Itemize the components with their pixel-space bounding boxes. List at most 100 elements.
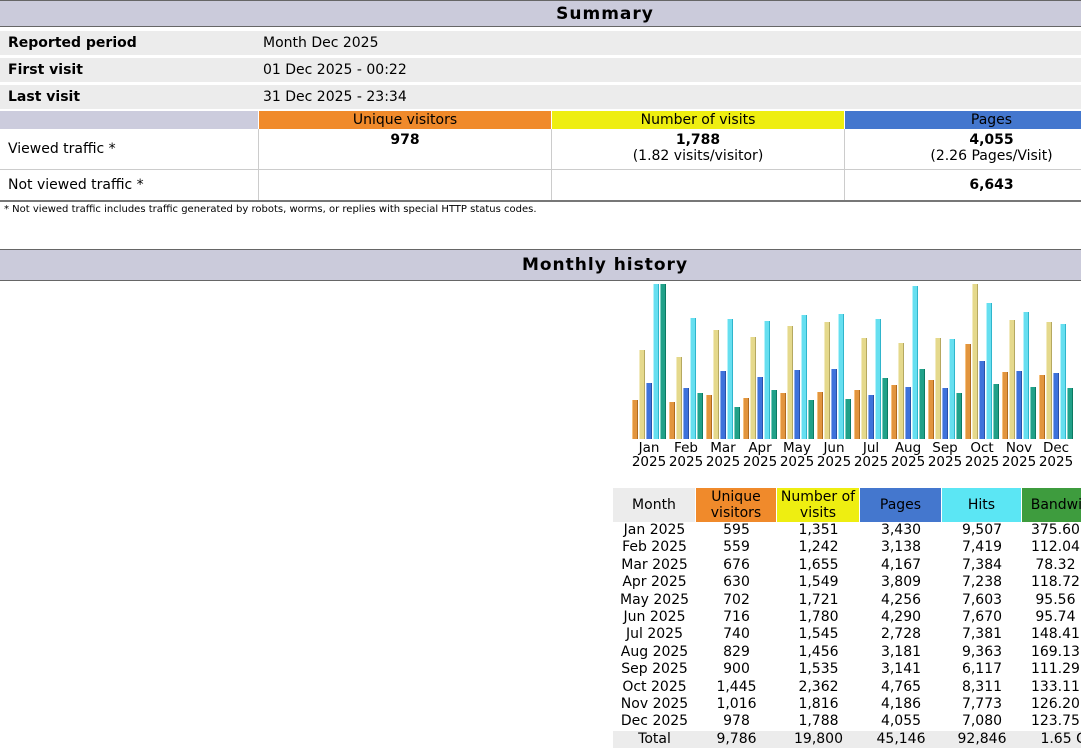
reported-period-row: Reported period Month Dec 2025 bbox=[0, 31, 1081, 55]
monthly-table-header-month: Month bbox=[613, 488, 696, 522]
monthly-table-header-number-of-visits: Number of visits bbox=[777, 488, 860, 522]
chart-bar bbox=[854, 390, 860, 439]
chart-bar bbox=[845, 399, 851, 439]
chart-bar bbox=[801, 315, 807, 439]
viewed-visits-cell: 1,788 (1.82 visits/visitor) bbox=[551, 129, 844, 169]
table-cell: Jul 2025 bbox=[613, 626, 696, 643]
chart-bar bbox=[808, 400, 814, 439]
monthly-table-row: Jun 20257161,7804,2907,67095.74 MB bbox=[613, 609, 1081, 626]
monthly-history-title: Monthly history bbox=[0, 250, 1081, 280]
chart-bar bbox=[720, 371, 726, 439]
table-cell: 4,765 bbox=[860, 679, 942, 696]
table-cell: 1,780 bbox=[777, 609, 860, 626]
table-cell: 630 bbox=[696, 574, 777, 591]
not-viewed-visits-cell bbox=[551, 170, 844, 200]
reported-period-value: Month Dec 2025 bbox=[263, 31, 379, 55]
monthly-table-row: Dec 20259781,7884,0557,080123.75 MB bbox=[613, 713, 1081, 730]
viewed-pages-ratio: (2.26 Pages/Visit) bbox=[845, 148, 1081, 164]
chart-bar bbox=[824, 322, 830, 439]
table-cell: 148.41 MB bbox=[1022, 626, 1081, 643]
chart-bar bbox=[750, 337, 756, 439]
table-cell: 3,430 bbox=[860, 522, 942, 539]
table-cell: 7,670 bbox=[942, 609, 1022, 626]
table-cell: 126.20 MB bbox=[1022, 696, 1081, 713]
chart-bar bbox=[1016, 371, 1022, 439]
table-cell: 2,362 bbox=[777, 679, 860, 696]
table-cell: 900 bbox=[696, 661, 777, 678]
table-cell: 1,242 bbox=[777, 539, 860, 556]
first-visit-label: First visit bbox=[8, 58, 83, 82]
traffic-header-spacer bbox=[0, 111, 258, 129]
chart-bar bbox=[639, 350, 645, 439]
table-cell: 1,721 bbox=[777, 592, 860, 609]
table-cell: 4,186 bbox=[860, 696, 942, 713]
monthly-table-header-unique-visitors: Unique visitors bbox=[696, 488, 777, 522]
chart-bar bbox=[919, 369, 925, 439]
table-cell: 1,545 bbox=[777, 626, 860, 643]
viewed-unique-visitors-value: 978 bbox=[259, 132, 551, 148]
table-cell: 19,800 bbox=[777, 731, 860, 748]
table-cell: 7,381 bbox=[942, 626, 1022, 643]
chart-bar bbox=[713, 330, 719, 439]
table-cell: Jan 2025 bbox=[613, 522, 696, 539]
table-cell: 3,141 bbox=[860, 661, 942, 678]
chart-bar bbox=[787, 326, 793, 439]
table-cell: 1.65 GB bbox=[1022, 731, 1081, 748]
table-cell: 95.56 MB bbox=[1022, 592, 1081, 609]
table-cell: 1,788 bbox=[777, 713, 860, 730]
table-cell: 829 bbox=[696, 644, 777, 661]
chart-bar bbox=[1002, 372, 1008, 439]
table-cell: 1,351 bbox=[777, 522, 860, 539]
not-viewed-traffic-row: Not viewed traffic * 6,643 bbox=[0, 170, 1081, 200]
viewed-visits-value: 1,788 bbox=[552, 132, 844, 148]
table-cell: 2,728 bbox=[860, 626, 942, 643]
monthly-table-row: Sep 20259001,5353,1416,117111.29 MB bbox=[613, 661, 1081, 678]
table-cell: 676 bbox=[696, 557, 777, 574]
chart-bar bbox=[676, 357, 682, 439]
monthly-table-row: May 20257021,7214,2567,60395.56 MB bbox=[613, 592, 1081, 609]
table-cell: 133.11 MB bbox=[1022, 679, 1081, 696]
chart-bar bbox=[942, 388, 948, 439]
monthly-history-table: MonthUnique visitorsNumber of visitsPage… bbox=[613, 488, 1081, 748]
monthly-table-row: Apr 20256301,5493,8097,238118.72 MB bbox=[613, 574, 1081, 591]
viewed-traffic-label: Viewed traffic * bbox=[8, 129, 116, 169]
table-cell: Dec 2025 bbox=[613, 713, 696, 730]
monthly-table-row: Jan 20255951,3513,4309,507375.60 MB bbox=[613, 522, 1081, 539]
chart-bar bbox=[1053, 373, 1059, 439]
table-cell: 702 bbox=[696, 592, 777, 609]
last-visit-value: 31 Dec 2025 - 23:34 bbox=[263, 85, 407, 109]
chart-bar bbox=[690, 318, 696, 439]
chart-bar bbox=[780, 393, 786, 439]
table-cell: 7,238 bbox=[942, 574, 1022, 591]
table-cell: 45,146 bbox=[860, 731, 942, 748]
chart-x-axis-label: Dec2025 bbox=[1027, 441, 1081, 469]
chart-bar bbox=[697, 393, 703, 439]
viewed-traffic-row: Viewed traffic * 978 1,788 (1.82 visits/… bbox=[0, 129, 1081, 169]
chart-bar bbox=[1039, 375, 1045, 439]
monthly-table-header-bandwidth: Bandwidth bbox=[1022, 488, 1081, 522]
table-cell: Oct 2025 bbox=[613, 679, 696, 696]
chart-bar bbox=[905, 387, 911, 439]
table-cell: 1,535 bbox=[777, 661, 860, 678]
chart-bar bbox=[1009, 320, 1015, 439]
table-cell: Sep 2025 bbox=[613, 661, 696, 678]
table-cell: 1,016 bbox=[696, 696, 777, 713]
chart-bar bbox=[1067, 388, 1073, 439]
monthly-table-row: Jul 20257401,5452,7287,381148.41 MB bbox=[613, 626, 1081, 643]
table-cell: 1,456 bbox=[777, 644, 860, 661]
table-cell: Total bbox=[613, 731, 696, 748]
chart-bar bbox=[653, 284, 659, 439]
traffic-header-unique-visitors: Unique visitors bbox=[259, 111, 551, 129]
chart-bar bbox=[972, 284, 978, 439]
table-cell: 3,138 bbox=[860, 539, 942, 556]
table-cell: Jun 2025 bbox=[613, 609, 696, 626]
chart-bar bbox=[898, 343, 904, 439]
chart-bar bbox=[727, 319, 733, 439]
viewed-unique-visitors-cell: 978 bbox=[258, 129, 551, 169]
table-cell: 95.74 MB bbox=[1022, 609, 1081, 626]
monthly-history-section-header: Monthly history bbox=[0, 249, 1081, 281]
chart-bar bbox=[683, 388, 689, 439]
summary-table-bottom-border bbox=[0, 200, 1081, 202]
monthly-table-row: Aug 20258291,4563,1819,363169.13 MB bbox=[613, 644, 1081, 661]
table-cell: 595 bbox=[696, 522, 777, 539]
